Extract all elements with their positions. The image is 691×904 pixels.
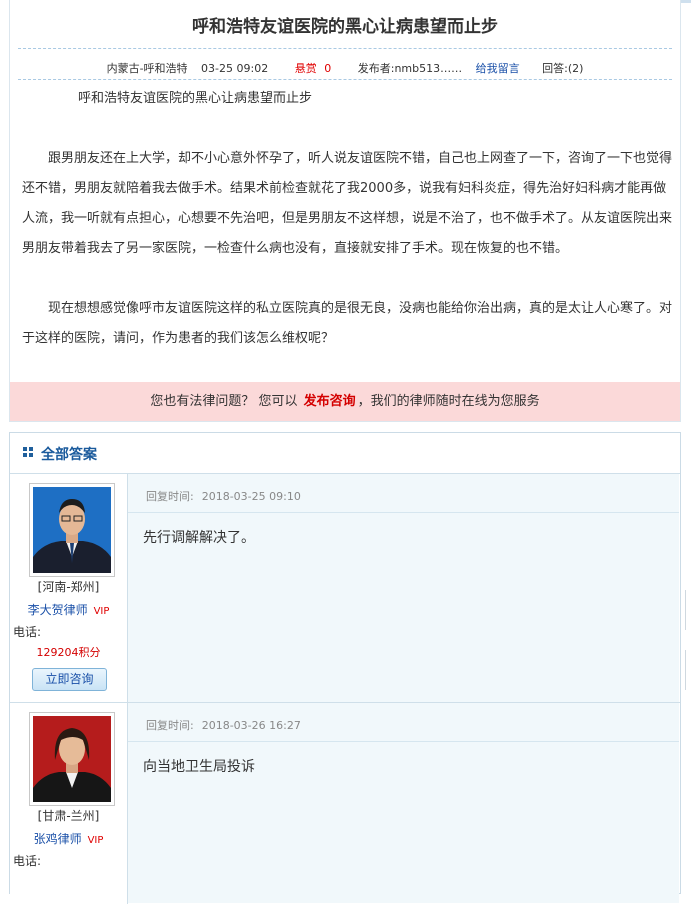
reply-time: 回复时间: 2018-03-26 16:27 xyxy=(146,719,301,732)
lawyer-name-link[interactable]: 张鸡律师 xyxy=(34,832,82,846)
vip-badge: VIP xyxy=(87,835,104,846)
divider xyxy=(128,512,679,513)
divider xyxy=(128,741,679,742)
lawyer-phone-label: 电话: xyxy=(13,625,42,639)
scroll-edge-mark xyxy=(685,650,691,690)
answers-header: 全部答案 xyxy=(10,433,680,474)
leave-message-link[interactable]: 给我留言 xyxy=(476,62,520,75)
grid-icon xyxy=(23,447,33,457)
body-paragraph: 跟男朋友还在上大学，却不小心意外怀孕了，听人说友谊医院不错，自己也上网查了一下，… xyxy=(22,151,673,256)
question-body: 呼和浩特友谊医院的黑心让病患望而止步 跟男朋友还在上大学，却不小心意外怀孕了，听… xyxy=(22,84,672,354)
avatar xyxy=(33,716,111,802)
vip-badge: VIP xyxy=(93,606,110,617)
answer-content: 先行调解解决了。 xyxy=(143,530,255,546)
lawyer-name-row: 李大贺律师 VIP xyxy=(10,601,127,618)
promo-text: 您也有法律问题？ 您可以 xyxy=(150,394,298,409)
body-paragraph: 呼和浩特友谊医院的黑心让病患望而止步 xyxy=(78,91,313,106)
lawyer-card: [河南-郑州] 李大贺律师 VIP 电话: 129204积分 立即咨询 xyxy=(10,474,127,702)
lawyer-photo[interactable] xyxy=(29,483,115,577)
scroll-edge-mark xyxy=(685,590,691,630)
promo-text: ，我们的律师随时在线为您服务 xyxy=(357,394,540,409)
meta-location: 内蒙古-呼和浩特 xyxy=(106,62,188,75)
reply-time: 回复时间: 2018-03-25 09:10 xyxy=(146,490,301,503)
page-edge-mark xyxy=(680,0,691,3)
answers-section: 全部答案 回复时间: 2018-03-25 09:10 先行调解解决了。 [河南-… xyxy=(9,432,681,904)
question-box: 呼和浩特友谊医院的黑心让病患望而止步 内蒙古-呼和浩特 03-25 09:02 … xyxy=(9,0,681,422)
meta-poster: 发布者:nmb513…… xyxy=(357,62,463,75)
avatar xyxy=(33,487,111,573)
lawyer-photo[interactable] xyxy=(29,712,115,806)
meta-answers: 回答:(2) xyxy=(542,62,584,75)
answers-title: 全部答案 xyxy=(41,447,97,463)
meta-bounty: 悬赏 0 xyxy=(294,62,332,75)
divider xyxy=(18,48,672,49)
body-paragraph: 现在想想感觉像呼市友谊医院这样的私立医院真的是很无良，没病也能给你治出病，真的是… xyxy=(22,301,673,346)
lawyer-name-link[interactable]: 李大贺律师 xyxy=(28,603,88,617)
lawyer-card: [甘肃-兰州] 张鸡律师 VIP 电话: xyxy=(10,703,127,903)
lawyer-location: [河南-郑州] xyxy=(37,580,100,594)
meta-date: 03-25 09:02 xyxy=(201,62,269,75)
lawyer-location: [甘肃-兰州] xyxy=(37,809,100,823)
question-meta: 内蒙古-呼和浩特 03-25 09:02 悬赏 0 发布者:nmb513…… 给… xyxy=(10,60,680,76)
promo-bar: 您也有法律问题？ 您可以 发布咨询 ，我们的律师随时在线为您服务 xyxy=(10,382,680,421)
question-title: 呼和浩特友谊医院的黑心让病患望而止步 xyxy=(192,17,498,37)
answer-panel: 回复时间: 2018-03-26 16:27 向当地卫生局投诉 xyxy=(128,703,679,903)
lawyer-phone-label: 电话: xyxy=(13,854,42,868)
answer-panel: 回复时间: 2018-03-25 09:10 先行调解解决了。 xyxy=(128,474,679,702)
answer-content: 向当地卫生局投诉 xyxy=(143,759,255,775)
divider xyxy=(18,79,672,80)
lawyer-points: 129204积分 xyxy=(36,646,101,659)
publish-consult-link[interactable]: 发布咨询 xyxy=(304,394,356,409)
consult-now-button[interactable]: 立即咨询 xyxy=(32,668,107,691)
lawyer-name-row: 张鸡律师 VIP xyxy=(10,830,127,847)
